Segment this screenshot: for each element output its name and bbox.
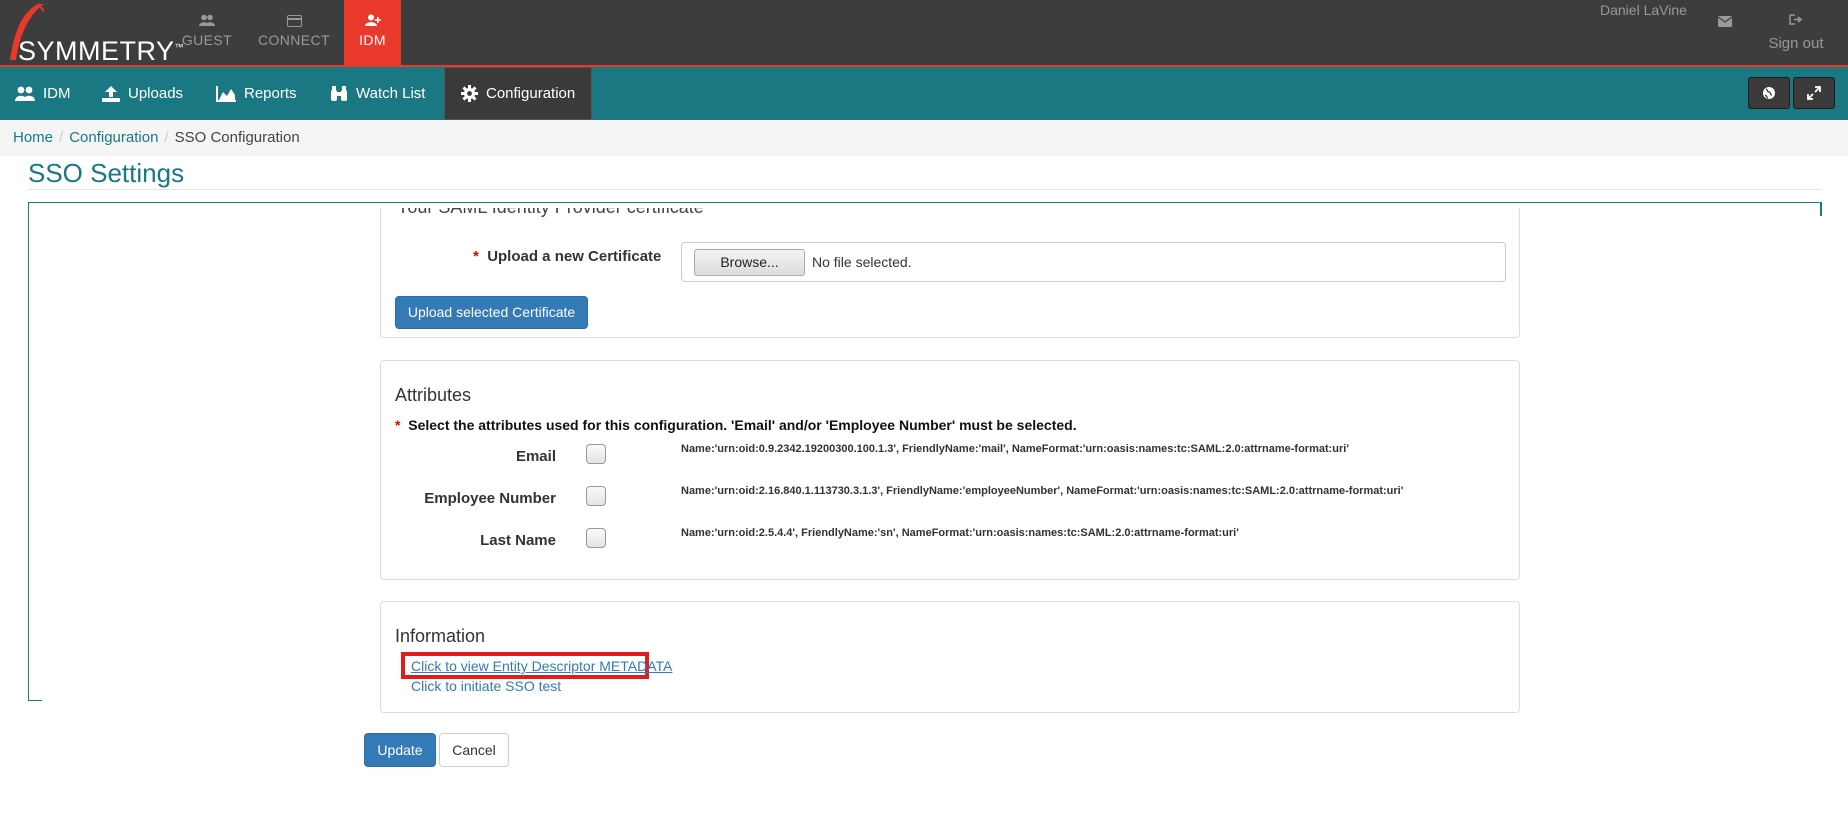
view-metadata-link[interactable]: Click to view Entity Descriptor METADATA <box>411 658 672 674</box>
breadcrumb-separator: / <box>59 129 64 146</box>
sso-test-link[interactable]: Click to initiate SSO test <box>411 678 561 694</box>
email-checkbox[interactable] <box>586 444 606 464</box>
employee-number-attribute-description: Name:'urn:oid:2.16.840.1.113730.3.1.3', … <box>681 485 1404 497</box>
breadcrumb-configuration[interactable]: Configuration <box>69 129 158 146</box>
users-icon <box>166 14 248 28</box>
subnav-configuration[interactable]: Configuration <box>444 67 593 120</box>
certificate-panel: Your SAML Identity Provider certificate … <box>380 208 1520 338</box>
attributes-heading: Attributes <box>395 385 472 405</box>
topnav-idm[interactable]: IDM <box>344 0 401 67</box>
upload-icon <box>102 85 120 102</box>
user-plus-icon <box>344 14 401 28</box>
top-bar: SYMMETRY™ GUEST CONNECT IDM Daniel LaVin… <box>0 0 1848 67</box>
last-name-checkbox[interactable] <box>586 528 606 548</box>
symmetry-logo[interactable]: SYMMETRY™ <box>4 2 184 66</box>
update-button[interactable]: Update <box>364 733 436 767</box>
information-panel: Information Click to view Entity Descrip… <box>380 601 1520 713</box>
frame-edge <box>28 700 42 701</box>
expand-button[interactable] <box>1793 77 1835 109</box>
certificate-file-input[interactable]: Browse... No file selected. <box>681 242 1506 282</box>
certificate-legend: Your SAML Identity Provider certificate <box>397 208 704 218</box>
frame-edge <box>1820 202 1822 216</box>
subnav-uploads[interactable]: Uploads <box>102 67 183 120</box>
upload-certificate-button[interactable]: Upload selected Certificate <box>395 296 588 329</box>
file-status: No file selected. <box>812 254 912 270</box>
subnav-watch-list[interactable]: Watch List <box>330 67 425 120</box>
mail-icon[interactable] <box>1717 14 1733 32</box>
information-heading: Information <box>395 626 486 646</box>
employee-number-checkbox[interactable] <box>586 486 606 506</box>
attributes-instruction: * Select the attributes used for this co… <box>395 417 1077 433</box>
upload-certificate-label: * Upload a new Certificate <box>473 248 662 265</box>
card-icon <box>253 14 335 28</box>
browse-button[interactable]: Browse... <box>694 249 805 276</box>
last-name-label: Last Name <box>480 532 556 549</box>
page-title: SSO Settings <box>28 158 185 188</box>
attributes-panel: Attributes * Select the attributes used … <box>380 360 1520 580</box>
last-name-attribute-description: Name:'urn:oid:2.5.4.4', FriendlyName:'sn… <box>681 527 1239 539</box>
expand-icon <box>1807 86 1821 100</box>
subnav-reports[interactable]: Reports <box>216 67 297 120</box>
scroll-region[interactable]: Your SAML Identity Provider certificate … <box>370 208 1530 723</box>
breadcrumb-separator: / <box>164 129 169 146</box>
breadcrumb: Home / Configuration / SSO Configuration <box>0 120 1848 156</box>
users-icon <box>15 86 35 101</box>
cancel-button[interactable]: Cancel <box>439 733 509 767</box>
email-label: Email <box>515 448 556 465</box>
binoculars-icon <box>331 85 347 101</box>
email-attribute-description: Name:'urn:oid:0.9.2342.19200300.100.1.3'… <box>681 443 1349 455</box>
globe-button[interactable] <box>1748 77 1790 109</box>
gear-icon <box>461 85 478 102</box>
topnav-connect[interactable]: CONNECT <box>253 0 335 67</box>
sub-nav-bar: IDM Uploads Reports Watch List Configura… <box>0 67 1848 120</box>
topnav-guest[interactable]: GUEST <box>166 0 248 67</box>
divider <box>28 189 1822 190</box>
area-chart-icon <box>216 85 236 102</box>
sign-out-icon <box>1789 12 1803 29</box>
breadcrumb-current: SSO Configuration <box>174 129 300 146</box>
sign-out-button[interactable]: Sign out <box>1756 12 1836 52</box>
logo-text: SYMMETRY™ <box>18 36 185 66</box>
subnav-idm[interactable]: IDM <box>15 67 71 120</box>
globe-icon <box>1763 87 1775 99</box>
user-name[interactable]: Daniel LaVine <box>1600 2 1687 18</box>
breadcrumb-home[interactable]: Home <box>13 129 53 146</box>
employee-number-label: Employee Number <box>424 490 556 507</box>
